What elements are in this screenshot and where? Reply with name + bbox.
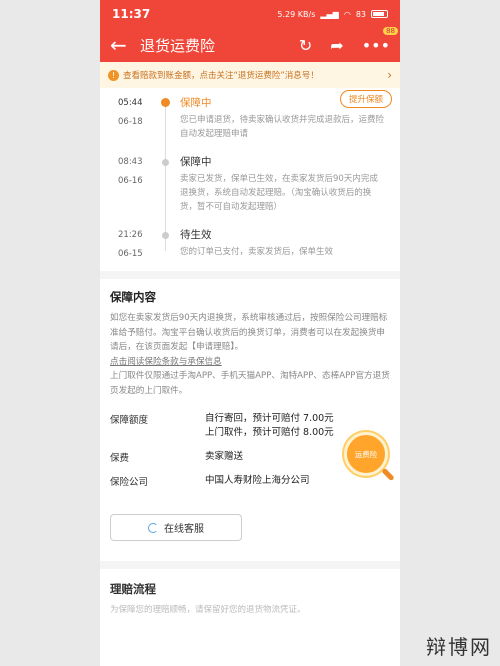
- timeline-desc: 卖家已发货，保单已生效，在卖家发货后90天内完成退换货，系统自动发起理赔。（淘宝…: [180, 174, 378, 212]
- notice-bar[interactable]: ! 查看赔款到账金额，点击关注“退货运费险”消息号！ ›: [100, 62, 400, 88]
- policy-terms-link[interactable]: 点击阅读保险条款与承保信息: [110, 355, 390, 370]
- net-speed: 5.29 KB/s: [277, 9, 316, 19]
- chevron-right-icon: ›: [387, 68, 392, 82]
- refresh-icon[interactable]: ↻: [299, 36, 312, 55]
- timeline-date: 06-15: [118, 249, 143, 259]
- online-service-label: 在线客服: [164, 524, 204, 535]
- timeline-item: 08:43 06-16 保障中 卖家已发货，保单已生效，在卖家发货后90天内完成…: [108, 153, 392, 226]
- timeline-date: 06-16: [118, 176, 143, 186]
- premium-label: 保费: [110, 453, 130, 464]
- magnifier-badge-icon[interactable]: 运费险: [344, 432, 395, 482]
- battery-icon: [371, 10, 388, 18]
- section-divider: [100, 561, 400, 569]
- insurer-row: 保险公司 中国人寿财险上海分公司: [110, 474, 390, 488]
- timeline-dot-icon: [162, 159, 169, 166]
- timeline-date: 06-18: [118, 117, 143, 127]
- insurer-value: 中国人寿财险上海分公司: [205, 475, 310, 486]
- status-bar: 11:37 5.29 KB/s ▂▄▆ ◠ 83: [100, 0, 400, 28]
- status-time: 11:37: [112, 7, 151, 21]
- header-actions: ↻ ➦ ••• 88: [299, 26, 398, 55]
- phone-screen: 11:37 5.29 KB/s ▂▄▆ ◠ 83 ← 退货运费险 ↻ ➦ •••…: [100, 0, 400, 666]
- share-icon[interactable]: ➦: [330, 36, 343, 55]
- timeline-item: 05:44 06-18 保障中 您已申请退货，待卖家确认收货并完成退款后，运费险…: [108, 94, 392, 153]
- battery-level: 83: [355, 9, 366, 19]
- notice-text: 查看赔款到账金额，点击关注“退货运费险”消息号！: [123, 71, 319, 81]
- coverage-description: 如您在卖家发货后90天内退换货，系统审核通过后，按照保险公司理赔标准给予赔付。淘…: [110, 313, 388, 352]
- more-icon[interactable]: •••: [362, 36, 390, 55]
- pickup-note: 上门取件仅限通过手淘APP、手机天猫APP、淘特APP、态棒APP官方退货页发起…: [110, 371, 390, 396]
- page-title: 退货运费险: [140, 36, 216, 55]
- claim-desc: 为保障您的理赔顺畅，请保留好您的退货物流凭证。: [110, 605, 306, 615]
- coverage-amount-row: 保障额度 自行寄回，预计可赔付 7.00元 上门取件，预计可赔付 8.00元: [110, 412, 390, 440]
- timeline: 提升保额 05:44 06-18 保障中 您已申请退货，待卖家确认收货并完成退款…: [100, 88, 400, 271]
- headset-icon: [148, 522, 158, 533]
- signal-icon: ▂▄▆: [320, 9, 339, 19]
- back-arrow-icon[interactable]: ←: [110, 33, 134, 57]
- timeline-status: 保障中: [180, 97, 212, 109]
- coverage-amount-label: 保障额度: [110, 415, 149, 426]
- coverage-title: 保障内容: [110, 290, 156, 304]
- insurer-label: 保险公司: [110, 477, 149, 488]
- watermark: 辩博网: [426, 635, 492, 659]
- wifi-icon: ◠: [343, 9, 351, 19]
- status-icons: 5.29 KB/s ▂▄▆ ◠ 83: [277, 10, 388, 19]
- claim-title: 理赔流程: [110, 582, 156, 596]
- bell-icon: !: [108, 69, 119, 81]
- timeline-status: 待生效: [180, 229, 212, 241]
- timeline-dot-icon: [162, 232, 169, 239]
- nav-header: ← 退货运费险 ↻ ➦ ••• 88: [100, 26, 400, 62]
- online-service-button[interactable]: 在线客服: [110, 514, 242, 541]
- timeline-time: 21:26: [118, 230, 143, 240]
- magnifier-label: 运费险: [354, 449, 378, 459]
- timeline-time: 08:43: [118, 157, 143, 167]
- checkmark-dot-icon: [161, 98, 170, 107]
- timeline-item: 21:26 06-15 待生效 您的订单已支付，卖家发货后，保单生效: [108, 226, 392, 271]
- timeline-desc: 您的订单已支付，卖家发货后，保单生效: [180, 247, 334, 257]
- timeline-status: 保障中: [180, 156, 212, 168]
- timeline-desc: 您已申请退货，待卖家确认收货并完成退款后，运费险自动发起理赔申请: [180, 115, 385, 139]
- coverage-amount-self: 自行寄回，预计可赔付 7.00元: [205, 413, 334, 424]
- section-divider: [100, 271, 400, 279]
- timeline-time: 05:44: [118, 98, 143, 108]
- claim-section: 理赔流程 为保障您的理赔顺畅，请保留好您的退货物流凭证。: [100, 569, 400, 627]
- message-badge: 88: [383, 26, 398, 35]
